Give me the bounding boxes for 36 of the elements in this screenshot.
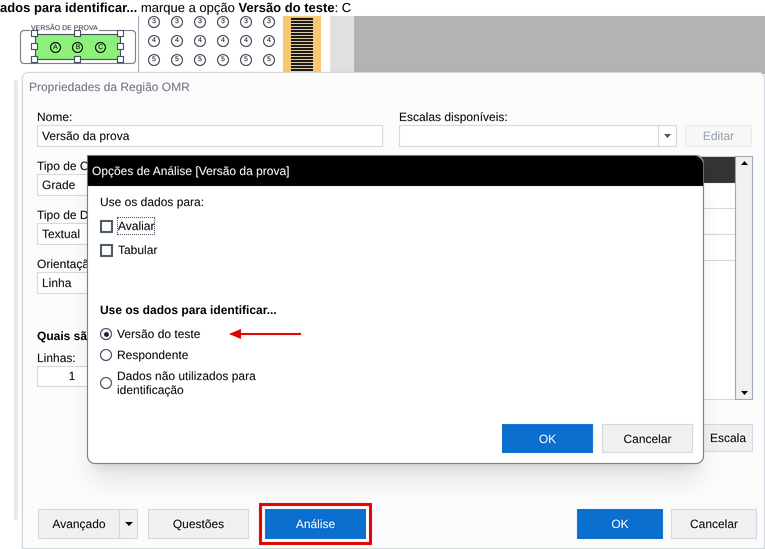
scroll-up-icon[interactable] <box>740 161 748 165</box>
radio-button[interactable] <box>100 328 112 340</box>
checkbox[interactable] <box>100 220 113 232</box>
resize-handle[interactable] <box>74 30 81 37</box>
caret-icon <box>124 522 132 526</box>
split-button[interactable]: Avançado <box>38 509 138 539</box>
side-panel <box>330 16 354 74</box>
radio-button[interactable] <box>100 349 112 361</box>
dialog-title: Propriedades da Região OMR <box>29 79 190 96</box>
section-label: Quais sã <box>37 328 88 344</box>
radio-label[interactable]: Dados não utilizados para identificação <box>117 369 297 397</box>
dialog-button[interactable]: Análise <box>265 509 366 539</box>
radio-label[interactable]: Respondente <box>117 348 188 362</box>
checkbox-label[interactable]: Tabular <box>118 242 158 258</box>
field-label: Linhas: <box>37 350 76 366</box>
scale-button[interactable]: Escala <box>703 424 753 452</box>
field-label: Nome: <box>37 109 72 125</box>
section-label: Use os dados para identificar... <box>100 302 277 318</box>
dialog-button[interactable]: Cancelar <box>671 509 757 539</box>
dialog-button[interactable]: OK <box>502 424 593 453</box>
text-field[interactable]: Versão da prova <box>37 125 383 147</box>
field-label: Escalas disponíveis: <box>399 109 509 125</box>
dialog-button[interactable]: Cancelar <box>602 424 693 453</box>
section-label: Use os dados para: <box>100 194 204 210</box>
dialog-button[interactable]: Questões <box>148 509 249 539</box>
scrollbar[interactable] <box>735 156 753 400</box>
radio-label[interactable]: Versão do teste <box>117 327 200 341</box>
barcode-icon <box>291 18 313 72</box>
dialog-button[interactable]: OK <box>577 509 663 539</box>
radio-button[interactable] <box>100 377 112 389</box>
checkbox-label[interactable]: Avaliar <box>118 218 154 234</box>
caption-text: ados para identificar... marque a opção Versão do teste: C <box>0 0 352 16</box>
checkbox[interactable] <box>100 244 113 256</box>
scroll-down-icon[interactable] <box>740 391 748 395</box>
resize-handle[interactable] <box>74 56 81 63</box>
dialog-title: Opções de Análise [Versão da prova] <box>88 156 703 186</box>
